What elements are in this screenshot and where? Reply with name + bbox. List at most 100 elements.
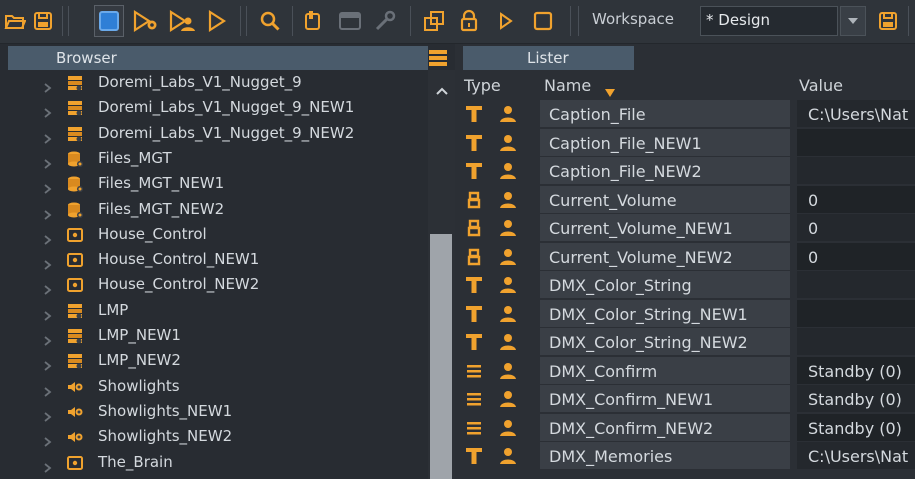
speaker-icon bbox=[66, 378, 84, 396]
run-user-icon[interactable] bbox=[166, 7, 198, 35]
variable-value: 0 bbox=[808, 190, 819, 210]
toolbar-separator bbox=[246, 6, 247, 36]
chevron-right-icon[interactable] bbox=[44, 432, 52, 447]
lister-row[interactable]: DMX_Color_String_NEW2 bbox=[455, 328, 915, 357]
browser-item-label: House_Control_NEW2 bbox=[98, 275, 260, 294]
chevron-right-icon[interactable] bbox=[44, 179, 52, 194]
chevron-right-icon[interactable] bbox=[44, 407, 52, 422]
browser-item-label: House_Control_NEW1 bbox=[98, 250, 260, 269]
window-icon[interactable] bbox=[336, 7, 364, 35]
select-icon[interactable] bbox=[94, 5, 124, 37]
wrench-icon[interactable] bbox=[370, 7, 400, 35]
chevron-right-icon[interactable] bbox=[44, 205, 52, 220]
browser-item[interactable]: The_Brain bbox=[8, 450, 428, 475]
lister-row[interactable]: DMX_Confirm_NEW2 Standby (0) bbox=[455, 413, 915, 443]
lister-row[interactable]: DMX_Color_String bbox=[455, 271, 915, 300]
lister-tab[interactable]: Lister bbox=[463, 46, 634, 70]
browser-item[interactable]: House_Control bbox=[8, 222, 428, 247]
lister-row[interactable]: DMX_Confirm Standby (0) bbox=[455, 356, 915, 386]
value-cell bbox=[797, 299, 915, 327]
browser-item[interactable]: Showlights bbox=[8, 374, 428, 399]
browser-item-label: Files_MGT bbox=[98, 148, 172, 167]
browser-item-label: LMP_NEW1 bbox=[98, 326, 181, 344]
browser-item[interactable]: Showlights_NEW2 bbox=[8, 424, 428, 449]
browser-item[interactable]: Files_MGT bbox=[8, 146, 428, 171]
browser-item[interactable]: Showlights_NEW1 bbox=[8, 399, 428, 424]
variable-value: Standby (0) bbox=[808, 418, 902, 438]
chevron-right-icon[interactable] bbox=[44, 331, 52, 346]
browser-item[interactable]: Doremi_Labs_V1_Nugget_9_NEW1 bbox=[8, 95, 428, 120]
lister-row[interactable]: Caption_File C:\Users\Nat bbox=[455, 100, 915, 129]
toolbar-separator bbox=[62, 6, 63, 36]
lister-row[interactable]: DMX_Confirm_NEW1 Standby (0) bbox=[455, 385, 915, 414]
lister-row[interactable]: DMX_Memories C:\Users\Nat bbox=[455, 442, 915, 471]
browser-item[interactable]: House_Control_NEW2 bbox=[8, 272, 428, 297]
chevron-right-icon[interactable] bbox=[44, 306, 52, 321]
browser-item-label: Doremi_Labs_V1_Nugget_9 bbox=[98, 73, 302, 91]
save-workspace-icon[interactable] bbox=[874, 7, 902, 35]
variable-value: Standby (0) bbox=[808, 361, 902, 381]
browser-item[interactable]: Doremi_Labs_V1_Nugget_9 bbox=[8, 70, 428, 95]
browser-tree: Doremi_Labs_V1_Nugget_9 Doremi_Labs_V1_Nu… bbox=[8, 70, 428, 479]
database-icon bbox=[66, 175, 84, 193]
lister-row[interactable]: Caption_File_NEW1 bbox=[455, 128, 915, 158]
text-type-icon bbox=[464, 104, 484, 124]
chevron-right-icon[interactable] bbox=[44, 230, 52, 245]
control-box-icon bbox=[66, 226, 84, 244]
scroll-up-icon[interactable] bbox=[436, 80, 448, 99]
save-icon[interactable] bbox=[30, 7, 56, 35]
folder-open-icon[interactable] bbox=[2, 7, 28, 35]
chevron-right-icon[interactable] bbox=[44, 280, 52, 296]
column-name[interactable]: Name bbox=[544, 76, 591, 95]
control-box-icon bbox=[66, 276, 84, 294]
device-icon bbox=[66, 125, 84, 143]
browser-panel: Browser Doremi_Labs_V1_Nugget_9 Doremi_La… bbox=[0, 44, 455, 479]
chevron-right-icon[interactable] bbox=[44, 154, 52, 169]
lister-row[interactable]: Current_Volume_NEW2 0 bbox=[455, 242, 915, 272]
device-icon bbox=[66, 352, 84, 370]
lock-icon[interactable] bbox=[456, 7, 482, 35]
workspace-select[interactable]: * Design bbox=[700, 6, 838, 36]
lister-row[interactable]: Current_Volume_NEW1 0 bbox=[455, 214, 915, 243]
dropdown-icon[interactable] bbox=[840, 6, 866, 36]
toolbar-separator bbox=[68, 6, 69, 36]
column-value[interactable]: Value bbox=[799, 76, 843, 95]
text-type-icon bbox=[464, 332, 484, 352]
lister-column-headers: Type Name Value bbox=[455, 70, 915, 100]
chevron-right-icon[interactable] bbox=[44, 356, 52, 371]
chevron-right-icon[interactable] bbox=[44, 78, 52, 93]
speaker-icon bbox=[66, 428, 84, 446]
menu-icon[interactable] bbox=[429, 48, 447, 68]
browser-item-label: LMP bbox=[98, 300, 129, 319]
browser-item[interactable]: LMP_NEW2 bbox=[8, 348, 428, 373]
search-icon[interactable] bbox=[256, 7, 284, 35]
browser-item[interactable]: House_Control_NEW1 bbox=[8, 247, 428, 272]
run-settings-icon[interactable] bbox=[130, 7, 162, 35]
lister-row[interactable]: Current_Volume 0 bbox=[455, 185, 915, 215]
scroll-thumb[interactable] bbox=[430, 234, 452, 479]
play-small-icon[interactable] bbox=[494, 7, 518, 35]
lister-row[interactable]: DMX_Color_String_NEW1 bbox=[455, 299, 915, 329]
chevron-right-icon[interactable] bbox=[44, 103, 52, 118]
browser-item[interactable]: Doremi_Labs_V1_Nugget_9_NEW2 bbox=[8, 121, 428, 146]
chevron-right-icon[interactable] bbox=[44, 255, 52, 270]
workspace-label: Workspace bbox=[592, 10, 674, 28]
variable-name: Current_Volume_NEW2 bbox=[549, 247, 733, 267]
chevron-right-icon[interactable] bbox=[44, 129, 52, 144]
stop-icon[interactable] bbox=[530, 7, 556, 35]
play-outline-icon[interactable] bbox=[204, 7, 230, 35]
browser-item[interactable]: LMP_NEW1 bbox=[8, 323, 428, 348]
chevron-right-icon[interactable] bbox=[44, 382, 52, 397]
copy-icon[interactable] bbox=[420, 7, 448, 35]
column-type[interactable]: Type bbox=[464, 76, 501, 95]
browser-item[interactable]: LMP bbox=[8, 298, 428, 323]
user-icon bbox=[498, 332, 518, 352]
browser-item[interactable]: Files_MGT_NEW1 bbox=[8, 171, 428, 196]
user-icon bbox=[498, 161, 518, 181]
lister-row[interactable]: Caption_File_NEW2 bbox=[455, 157, 915, 186]
text-type-icon bbox=[464, 446, 484, 466]
chevron-right-icon[interactable] bbox=[44, 458, 52, 473]
new-item-icon[interactable] bbox=[300, 7, 326, 35]
browser-item[interactable]: Files_MGT_NEW2 bbox=[8, 197, 428, 222]
browser-tab[interactable]: Browser bbox=[8, 46, 428, 70]
